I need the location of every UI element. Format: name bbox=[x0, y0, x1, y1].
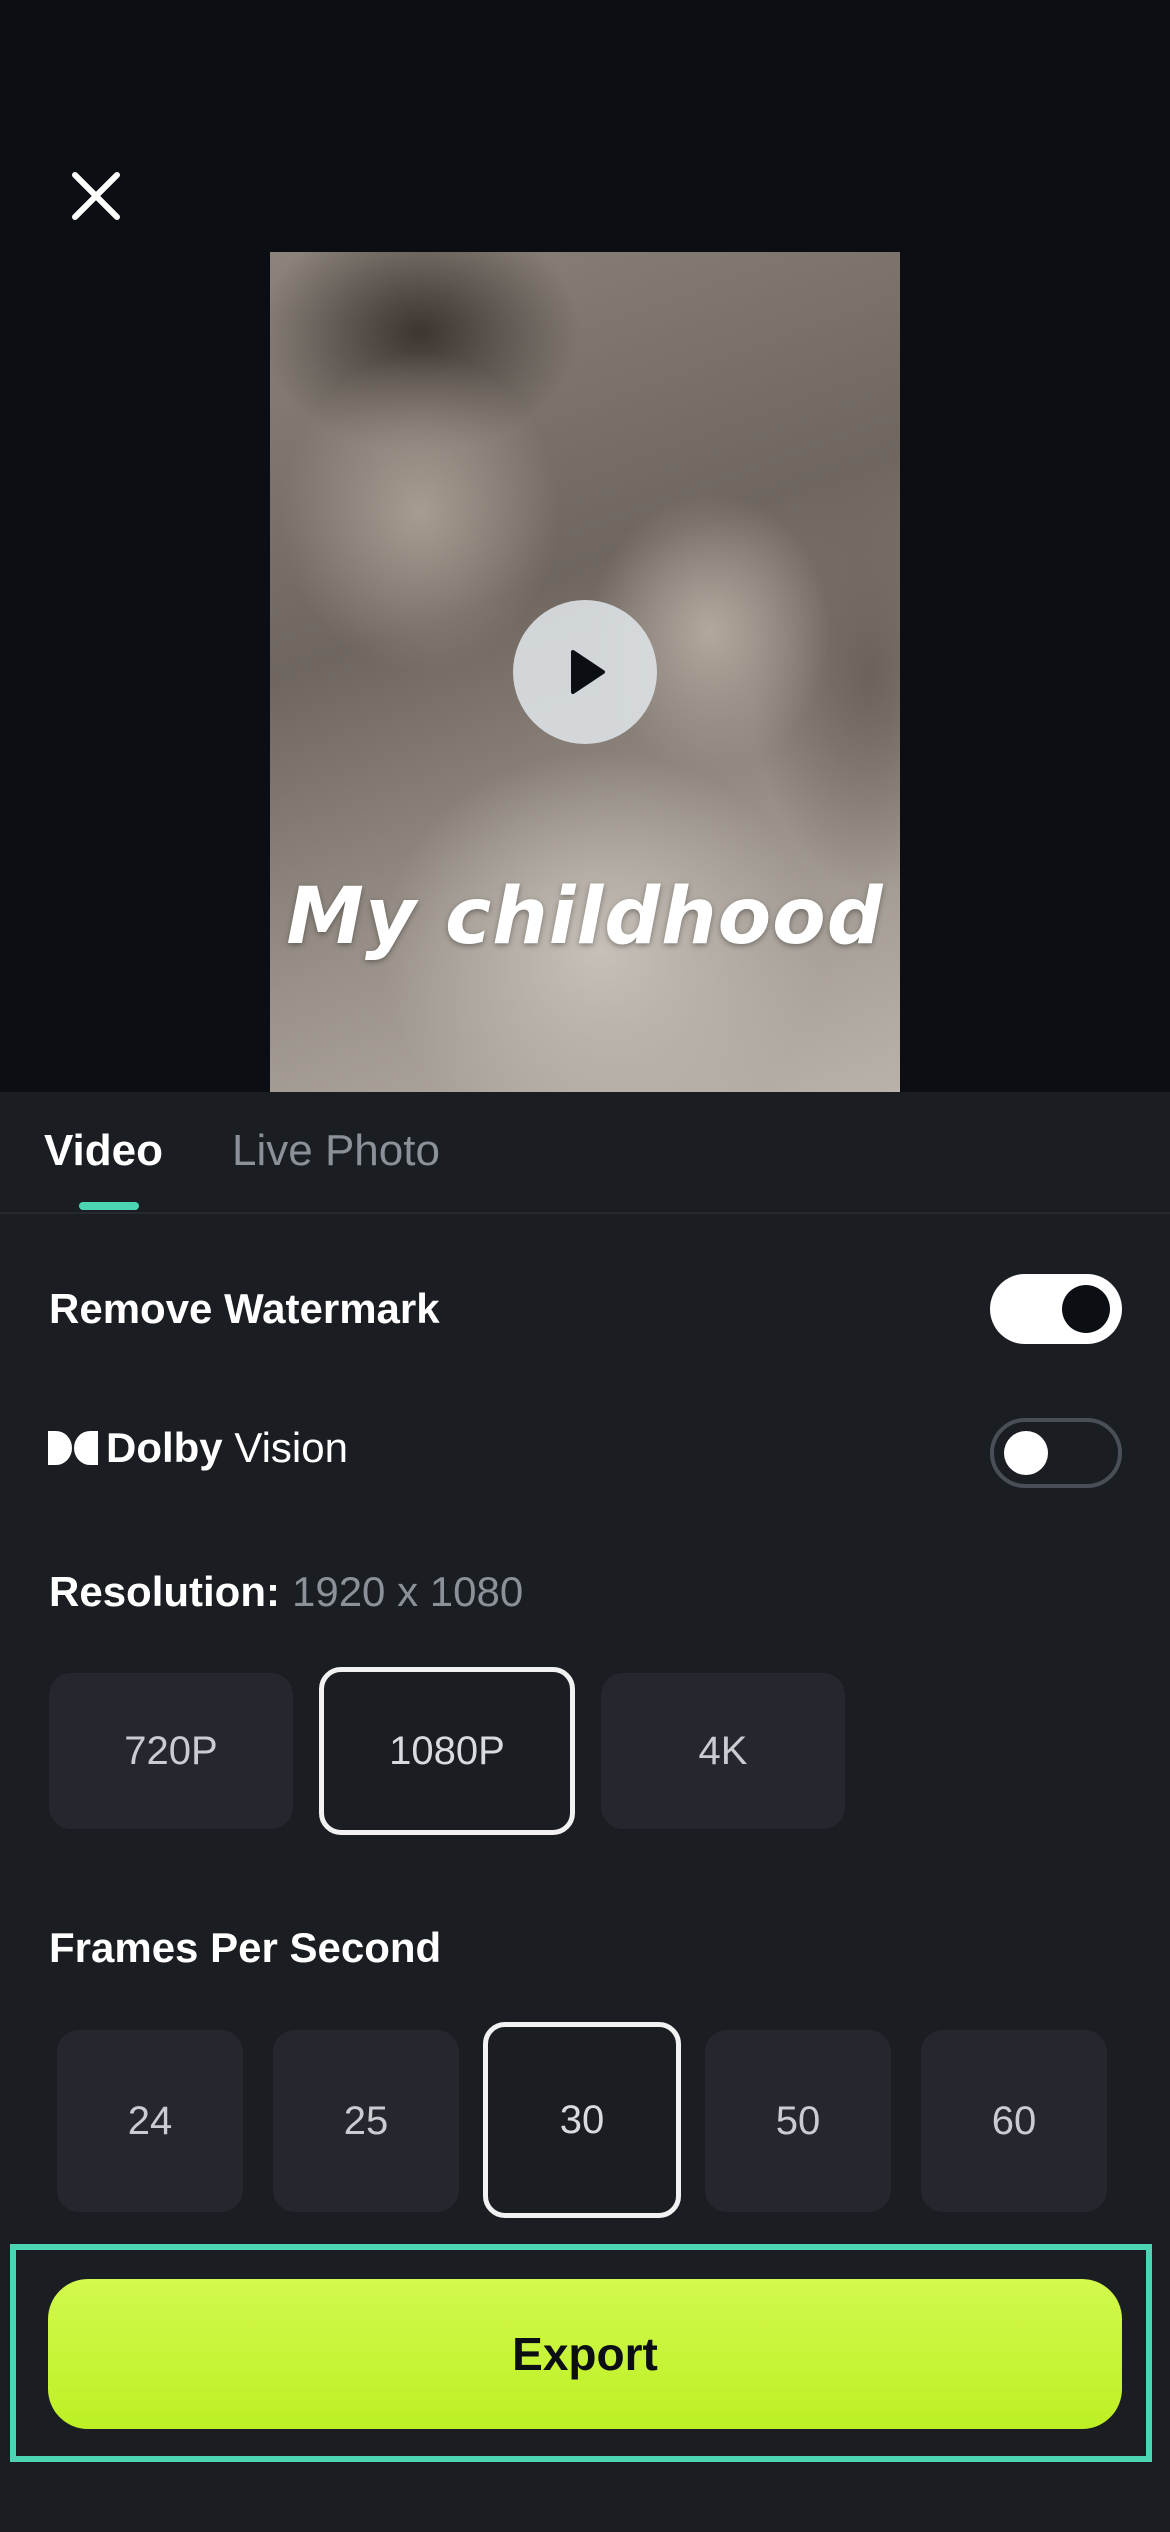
fps-label: Frames Per Second bbox=[49, 1924, 442, 1971]
resolution-option-720p[interactable]: 720P bbox=[49, 1673, 293, 1829]
dolby-product-text: Vision bbox=[234, 1424, 348, 1471]
dolby-double-d-icon bbox=[48, 1431, 98, 1465]
fps-option-50[interactable]: 50 bbox=[705, 2030, 891, 2212]
fps-option-24[interactable]: 24 bbox=[57, 2030, 243, 2212]
resolution-option-1080p[interactable]: 1080P bbox=[319, 1667, 575, 1835]
dolby-vision-logo: Dolby Vision bbox=[48, 1424, 348, 1471]
fps-option-25[interactable]: 25 bbox=[273, 2030, 459, 2212]
resolution-option-4k[interactable]: 4K bbox=[601, 1673, 845, 1829]
resolution-value: 1920 x 1080 bbox=[291, 1568, 524, 1615]
play-button[interactable] bbox=[513, 600, 657, 744]
dolby-brand-text: Dolby bbox=[106, 1424, 223, 1471]
tab-active-indicator bbox=[79, 1202, 139, 1210]
export-button[interactable]: Export bbox=[48, 2279, 1122, 2429]
resolution-row: Resolution: 1920 x 1080 bbox=[49, 1568, 523, 1616]
video-preview[interactable]: My childhood bbox=[270, 252, 900, 1092]
preview-title-overlay: My childhood bbox=[286, 872, 884, 962]
preview-area: My childhood bbox=[0, 0, 1170, 1092]
fps-option-30[interactable]: 30 bbox=[483, 2022, 681, 2218]
fps-option-60[interactable]: 60 bbox=[921, 2030, 1107, 2212]
remove-watermark-toggle[interactable] bbox=[990, 1274, 1122, 1344]
play-icon bbox=[571, 650, 605, 694]
tab-live-photo[interactable]: Live Photo bbox=[232, 1126, 440, 1176]
tab-bar: Video Live Photo bbox=[0, 1092, 1170, 1214]
remove-watermark-label: Remove Watermark bbox=[49, 1285, 440, 1332]
resolution-label: Resolution: bbox=[49, 1568, 280, 1615]
toggle-knob bbox=[1062, 1285, 1110, 1333]
dolby-vision-toggle[interactable] bbox=[990, 1418, 1122, 1488]
close-icon[interactable] bbox=[60, 160, 132, 232]
tab-video[interactable]: Video bbox=[44, 1126, 163, 1176]
toggle-knob bbox=[1004, 1431, 1048, 1475]
